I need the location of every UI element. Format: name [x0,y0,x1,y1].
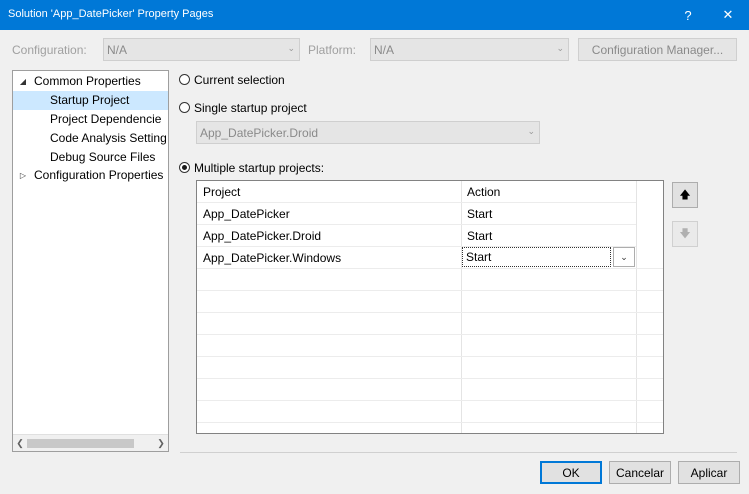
chevron-down-icon: ⌄ [527,126,535,136]
grid-row-line [197,378,663,379]
title-bar: Solution 'App_DatePicker' Property Pages… [0,0,749,30]
scrollbar-thumb[interactable] [27,439,134,448]
separator [180,452,737,453]
arrow-up-icon: 🡅 [679,188,691,201]
chevron-down-icon: ⌄ [620,251,628,262]
chevron-down-icon: ⌄ [287,43,295,53]
multiple-startup-radio[interactable] [179,162,190,173]
configuration-manager-label: Configuration Manager... [591,42,724,57]
tree-item-label: Configuration Properties [34,168,164,182]
column-divider [636,181,637,433]
grid-row-line [197,334,663,335]
tree-item-common-properties[interactable]: ◢ Common Properties [13,72,168,91]
single-startup-combo[interactable]: App_DatePicker.Droid ⌄ [196,121,540,144]
current-selection-label[interactable]: Current selection [194,73,285,87]
grid-row-line [197,422,663,423]
help-button[interactable]: ? [671,0,705,30]
arrow-down-icon: 🡇 [679,227,691,240]
single-startup-radio[interactable] [179,102,190,113]
tree-item-label: Code Analysis Setting [50,131,167,145]
ok-button[interactable]: OK [540,461,602,484]
multiple-startup-label[interactable]: Multiple startup projects: [194,161,324,175]
tree-item-project-dependencies[interactable]: Project Dependencie [13,110,168,129]
tree-item-configuration-properties[interactable]: ▷ Configuration Properties [13,166,168,185]
chevron-down-icon: ⌄ [556,43,564,53]
tree-item-startup-project[interactable]: Startup Project [13,91,168,110]
configuration-combo[interactable]: N/A ⌄ [103,38,300,61]
tree-item-code-analysis[interactable]: Code Analysis Setting [13,129,168,148]
startup-projects-grid[interactable]: Project Action App_DatePicker Start App_… [196,180,664,434]
expanded-triangle-icon[interactable]: ◢ [18,72,28,91]
close-button[interactable]: ✕ [711,0,745,30]
tree-item-label: Project Dependencie [50,112,162,126]
apply-label: Aplicar [690,465,728,480]
scroll-right-icon[interactable]: ❯ [154,435,168,451]
platform-label: Platform: [308,43,357,57]
action-dropdown-button[interactable]: ⌄ [613,247,635,267]
scroll-left-icon[interactable]: ❮ [13,435,27,451]
grid-row-line [197,268,663,269]
help-icon: ? [684,7,692,23]
window-title: Solution 'App_DatePicker' Property Pages [8,8,214,20]
grid-project-cell[interactable]: App_DatePicker.Droid [197,225,461,247]
action-dropdown-value: Start [466,250,492,264]
column-header-action[interactable]: Action [461,181,636,203]
move-up-button[interactable]: 🡅 [672,182,698,208]
grid-row-line [197,312,663,313]
platform-value: N/A [374,42,395,57]
grid-project-cell[interactable]: App_DatePicker [197,203,461,225]
configuration-value: N/A [107,42,128,57]
platform-combo[interactable]: N/A ⌄ [370,38,569,61]
grid-action-cell[interactable]: Start [461,203,636,225]
cancel-label: Cancelar [615,465,665,480]
grid-project-cell[interactable]: App_DatePicker.Windows [197,247,461,269]
tree-item-debug-source-files[interactable]: Debug Source Files [13,148,168,167]
grid-row-line [197,290,663,291]
grid-row-line [197,400,663,401]
grid-row-line [197,356,663,357]
grid-action-cell[interactable]: Start [461,225,636,247]
tree-item-label: Debug Source Files [50,150,156,164]
configuration-label: Configuration: [12,43,87,57]
collapsed-triangle-icon[interactable]: ▷ [18,166,28,185]
cancel-button[interactable]: Cancelar [609,461,671,484]
tree-item-label: Startup Project [50,93,130,107]
ok-label: OK [562,465,580,480]
configuration-manager-button[interactable]: Configuration Manager... [578,38,737,61]
apply-button[interactable]: Aplicar [678,461,740,484]
column-header-project[interactable]: Project [197,181,461,203]
single-startup-label[interactable]: Single startup project [194,101,307,115]
action-dropdown[interactable]: Start [462,247,611,267]
single-startup-value: App_DatePicker.Droid [200,125,319,140]
property-tree[interactable]: ◢ Common Properties Startup Project Proj… [12,70,169,452]
current-selection-radio[interactable] [179,74,190,85]
horizontal-scrollbar[interactable]: ❮ ❯ [13,434,168,451]
move-down-button[interactable]: 🡇 [672,221,698,247]
close-icon: ✕ [722,7,734,22]
tree-item-label: Common Properties [34,74,141,88]
